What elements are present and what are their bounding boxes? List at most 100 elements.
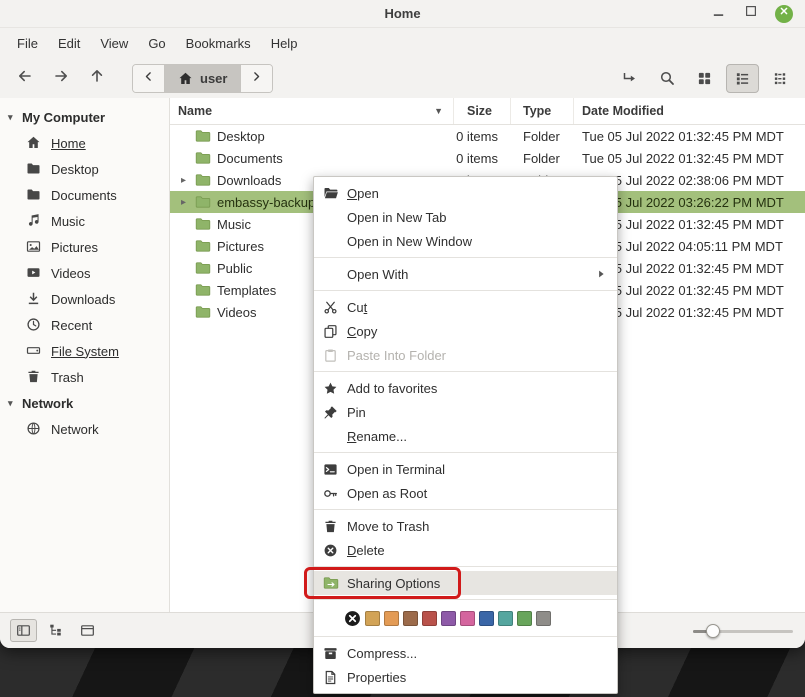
- section-label: My Computer: [22, 110, 105, 125]
- menu-item-pin[interactable]: Pin: [314, 400, 617, 424]
- icon-view-button[interactable]: [688, 64, 721, 93]
- expander-icon[interactable]: ▸: [178, 197, 189, 208]
- sidebar-section-network[interactable]: ▾Network: [0, 391, 169, 416]
- menu-item-open-in-terminal[interactable]: Open in Terminal: [314, 457, 617, 481]
- sidebar-item-desktop[interactable]: Desktop: [0, 156, 169, 182]
- folder-icon: [26, 161, 42, 177]
- close-button[interactable]: [775, 5, 793, 23]
- titlebar[interactable]: Home: [0, 0, 805, 28]
- menubar-item-view[interactable]: View: [90, 32, 138, 55]
- compact-view-button[interactable]: [764, 64, 797, 93]
- menu-item-add-to-favorites[interactable]: Add to favorites: [314, 376, 617, 400]
- menubar-item-help[interactable]: Help: [261, 32, 308, 55]
- sidebar-section-my-computer[interactable]: ▾My Computer: [0, 105, 169, 130]
- remove-color-icon[interactable]: [344, 610, 361, 627]
- menu-item-open-with[interactable]: Open With: [314, 262, 617, 286]
- menu-item-rename[interactable]: Rename...: [314, 424, 617, 448]
- file-name: Desktop: [217, 129, 265, 144]
- color-swatch-7[interactable]: [498, 611, 513, 626]
- file-type: Folder: [511, 151, 574, 166]
- color-swatch-2[interactable]: [403, 611, 418, 626]
- menu-item-label: Rename...: [347, 429, 407, 444]
- statusbar-toggle-pane[interactable]: [74, 619, 101, 642]
- sidebar-item-documents[interactable]: Documents: [0, 182, 169, 208]
- column-header-type[interactable]: Type: [511, 98, 574, 124]
- menu-item-open[interactable]: Open: [314, 181, 617, 205]
- menubar-item-go[interactable]: Go: [138, 32, 175, 55]
- breadcrumb-next-button[interactable]: [241, 65, 272, 92]
- menubar-item-bookmarks[interactable]: Bookmarks: [176, 32, 261, 55]
- sidebar-item-recent[interactable]: Recent: [0, 312, 169, 338]
- menu-item-copy[interactable]: Copy: [314, 319, 617, 343]
- expander-icon[interactable]: ▸: [178, 175, 189, 186]
- list-header: Name ▼ Size Type Date Modified: [170, 98, 805, 125]
- folder-icon: [195, 304, 211, 320]
- menu-item-delete[interactable]: Delete: [314, 538, 617, 562]
- column-label: Date Modified: [582, 104, 664, 118]
- column-header-name[interactable]: Name ▼: [170, 98, 454, 124]
- menu-separator: [314, 257, 617, 258]
- menu-separator: [314, 371, 617, 372]
- key-icon: [322, 485, 339, 501]
- file-row-desktop[interactable]: Desktop0 itemsFolderTue 05 Jul 2022 01:3…: [170, 125, 805, 147]
- menu-item-open-as-root[interactable]: Open as Root: [314, 481, 617, 505]
- sidebar-item-music[interactable]: Music: [0, 208, 169, 234]
- column-header-date-modified[interactable]: Date Modified: [574, 98, 805, 124]
- menu-item-cut[interactable]: Cut: [314, 295, 617, 319]
- color-swatch-3[interactable]: [422, 611, 437, 626]
- menubar-item-edit[interactable]: Edit: [48, 32, 90, 55]
- color-swatch-5[interactable]: [460, 611, 475, 626]
- back-button[interactable]: [8, 63, 42, 93]
- sidebar-item-videos[interactable]: Videos: [0, 260, 169, 286]
- sidebar-item-pictures[interactable]: Pictures: [0, 234, 169, 260]
- statusbar-toggle-places[interactable]: [10, 619, 37, 642]
- menu-item-properties[interactable]: Properties: [314, 665, 617, 689]
- color-swatch-6[interactable]: [479, 611, 494, 626]
- menu-item-label: Properties: [347, 670, 406, 685]
- clock-icon: [26, 317, 42, 333]
- sidebar-item-trash[interactable]: Trash: [0, 364, 169, 390]
- color-swatch-9[interactable]: [536, 611, 551, 626]
- places-icon: [16, 623, 31, 638]
- menubar-item-file[interactable]: File: [7, 32, 48, 55]
- menu-item-label: Cut: [347, 300, 367, 315]
- forward-button[interactable]: [44, 63, 78, 93]
- breadcrumb-user-button[interactable]: user: [165, 65, 241, 92]
- up-icon: [89, 68, 105, 89]
- music-icon: [26, 213, 42, 229]
- color-swatch-4[interactable]: [441, 611, 456, 626]
- zoom-slider[interactable]: [693, 621, 793, 641]
- menu-item-compress[interactable]: Compress...: [314, 641, 617, 665]
- list-view-button[interactable]: [726, 64, 759, 93]
- menu-item-label: Delete: [347, 543, 385, 558]
- menu-item-open-in-new-tab[interactable]: Open in New Tab: [314, 205, 617, 229]
- color-swatch-8[interactable]: [517, 611, 532, 626]
- sidebar-item-home[interactable]: Home: [0, 130, 169, 156]
- minimize-button[interactable]: [709, 5, 727, 23]
- sidebar-item-downloads[interactable]: Downloads: [0, 286, 169, 312]
- sidebar-item-label: Desktop: [51, 162, 99, 177]
- search-button[interactable]: [650, 64, 683, 93]
- menu-separator: [314, 636, 617, 637]
- trash-icon: [322, 518, 339, 534]
- sidebar-item-file-system[interactable]: File System: [0, 338, 169, 364]
- toggle-location-entry-button[interactable]: [612, 64, 645, 93]
- back-icon: [17, 68, 33, 89]
- folder-icon: [195, 128, 211, 144]
- menu-item-label: Pin: [347, 405, 366, 420]
- zoom-knob[interactable]: [706, 624, 720, 638]
- menu-item-move-to-trash[interactable]: Move to Trash: [314, 514, 617, 538]
- column-header-size[interactable]: Size: [454, 98, 511, 124]
- color-swatch-0[interactable]: [365, 611, 380, 626]
- up-button[interactable]: [80, 63, 114, 93]
- sidebar-item-network[interactable]: Network: [0, 416, 169, 442]
- menu-item-sharing-options[interactable]: Sharing Options: [314, 571, 617, 595]
- folder-icon: [195, 150, 211, 166]
- statusbar-toggle-treeview[interactable]: [42, 619, 69, 642]
- menu-item-open-in-new-window[interactable]: Open in New Window: [314, 229, 617, 253]
- color-swatch-1[interactable]: [384, 611, 399, 626]
- context-menu: OpenOpen in New TabOpen in New Window Ope…: [313, 176, 618, 694]
- breadcrumb-prev-button[interactable]: [133, 65, 165, 92]
- maximize-button[interactable]: [742, 5, 760, 23]
- file-row-documents[interactable]: Documents0 itemsFolderTue 05 Jul 2022 01…: [170, 147, 805, 169]
